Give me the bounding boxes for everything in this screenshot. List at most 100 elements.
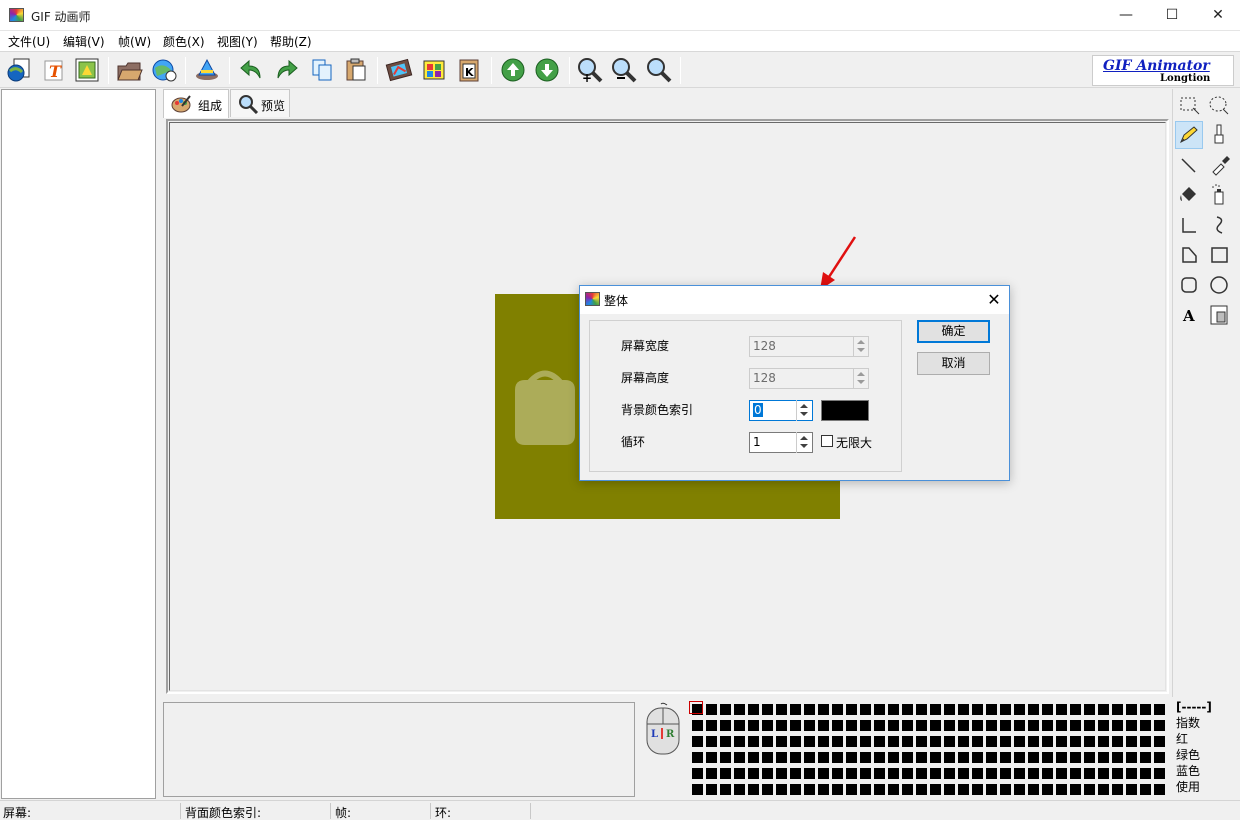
palette-color-cell[interactable]: [874, 720, 885, 731]
copy-icon[interactable]: [308, 56, 336, 84]
palette-color-cell[interactable]: [1042, 768, 1053, 779]
pencil-icon[interactable]: [1175, 121, 1203, 149]
menu-view[interactable]: 视图(Y): [217, 33, 258, 50]
rect-select-icon[interactable]: [1175, 91, 1203, 119]
palette-color-cell[interactable]: [748, 784, 759, 795]
cancel-button[interactable]: 取消: [917, 352, 990, 375]
palette-color-cell[interactable]: [930, 784, 941, 795]
palette-color-cell[interactable]: [762, 752, 773, 763]
palette-color-cell[interactable]: [762, 720, 773, 731]
ok-button[interactable]: 确定: [917, 320, 990, 343]
frames-icon[interactable]: [420, 56, 448, 84]
palette-color-cell[interactable]: [958, 720, 969, 731]
palette-color-cell[interactable]: [818, 784, 829, 795]
minimize-button[interactable]: —: [1103, 0, 1149, 31]
film-icon[interactable]: [385, 56, 413, 84]
palette-color-cell[interactable]: [1014, 720, 1025, 731]
palette-color-cell[interactable]: [1154, 768, 1165, 779]
palette-color-cell[interactable]: [1084, 736, 1095, 747]
palette-color-cell[interactable]: [902, 768, 913, 779]
globe-new-icon[interactable]: [5, 56, 33, 84]
palette-color-cell[interactable]: [902, 704, 913, 715]
image-frame-icon[interactable]: [73, 56, 101, 84]
palette-color-cell[interactable]: [748, 720, 759, 731]
palette-color-cell[interactable]: [1126, 784, 1137, 795]
palette-color-cell[interactable]: [972, 720, 983, 731]
palette-color-cell[interactable]: [1098, 736, 1109, 747]
palette-color-cell[interactable]: [734, 752, 745, 763]
palette-color-cell[interactable]: [846, 768, 857, 779]
palette-color-cell[interactable]: [1056, 752, 1067, 763]
palette-color-cell[interactable]: [972, 736, 983, 747]
palette-color-cell[interactable]: [944, 704, 955, 715]
palette-color-cell[interactable]: [1126, 704, 1137, 715]
palette-color-cell[interactable]: [986, 768, 997, 779]
curve-icon[interactable]: [1205, 211, 1233, 239]
palette-color-cell[interactable]: [1070, 784, 1081, 795]
spray-icon[interactable]: [1205, 181, 1233, 209]
text-icon[interactable]: T: [39, 56, 67, 84]
ellipse-icon[interactable]: [1205, 271, 1233, 299]
palette-color-cell[interactable]: [888, 720, 899, 731]
palette-color-cell[interactable]: [1056, 720, 1067, 731]
palette-color-cell[interactable]: [1084, 784, 1095, 795]
line-icon[interactable]: [1175, 151, 1203, 179]
palette-color-cell[interactable]: [734, 768, 745, 779]
palette-color-cell[interactable]: [790, 736, 801, 747]
rounded-rect-icon[interactable]: [1175, 271, 1203, 299]
palette-color-cell[interactable]: [790, 704, 801, 715]
open-folder-icon[interactable]: [116, 56, 144, 84]
palette-color-cell[interactable]: [874, 752, 885, 763]
palette-color-cell[interactable]: [846, 784, 857, 795]
palette-color-cell[interactable]: [748, 736, 759, 747]
palette-color-cell[interactable]: [1098, 720, 1109, 731]
palette-color-cell[interactable]: [1154, 720, 1165, 731]
palette-color-cell[interactable]: [776, 784, 787, 795]
palette-color-cell[interactable]: [1140, 768, 1151, 779]
palette-color-cell[interactable]: [888, 752, 899, 763]
dialog-close-button[interactable]: ✕: [981, 289, 1007, 311]
palette-color-cell[interactable]: [860, 752, 871, 763]
palette-color-cell[interactable]: [748, 752, 759, 763]
palette-color-cell[interactable]: [692, 752, 703, 763]
palette-color-cell[interactable]: [1140, 736, 1151, 747]
palette-color-cell[interactable]: [692, 720, 703, 731]
palette-color-cell[interactable]: [888, 784, 899, 795]
palette-color-cell[interactable]: [986, 784, 997, 795]
palette-color-cell[interactable]: [1112, 768, 1123, 779]
palette-color-cell[interactable]: [720, 768, 731, 779]
palette-color-cell[interactable]: [944, 784, 955, 795]
paste-icon[interactable]: [342, 56, 370, 84]
palette-color-cell[interactable]: [706, 784, 717, 795]
text-tool-icon[interactable]: A: [1175, 301, 1203, 329]
palette-color-cell[interactable]: [1112, 784, 1123, 795]
palette-color-cell[interactable]: [776, 768, 787, 779]
palette-color-cell[interactable]: [1042, 736, 1053, 747]
palette-color-cell[interactable]: [1126, 752, 1137, 763]
palette-color-cell[interactable]: [706, 736, 717, 747]
palette-color-cell[interactable]: [1042, 784, 1053, 795]
palette-color-cell[interactable]: [692, 784, 703, 795]
web-icon[interactable]: [150, 56, 178, 84]
palette-color-cell[interactable]: [1098, 768, 1109, 779]
zoom-actual-icon[interactable]: [645, 56, 673, 84]
palette-color-cell[interactable]: [832, 720, 843, 731]
palette-color-cell[interactable]: [748, 704, 759, 715]
palette-color-cell[interactable]: [804, 720, 815, 731]
palette-color-cell[interactable]: [804, 736, 815, 747]
palette-color-cell[interactable]: [692, 736, 703, 747]
menu-color[interactable]: 颜色(X): [163, 33, 205, 50]
palette-color-cell[interactable]: [1098, 704, 1109, 715]
palette-color-cell[interactable]: [916, 784, 927, 795]
palette-color-cell[interactable]: [790, 720, 801, 731]
palette-color-cell[interactable]: [874, 704, 885, 715]
palette-color-cell[interactable]: [1140, 784, 1151, 795]
palette-color-cell[interactable]: [1154, 704, 1165, 715]
palette-color-cell[interactable]: [860, 720, 871, 731]
palette-color-cell[interactable]: [944, 752, 955, 763]
palette-color-cell[interactable]: [776, 720, 787, 731]
palette-color-cell[interactable]: [1000, 704, 1011, 715]
palette-color-cell[interactable]: [1042, 720, 1053, 731]
palette-color-cell[interactable]: [1154, 784, 1165, 795]
palette-color-cell[interactable]: [1028, 720, 1039, 731]
